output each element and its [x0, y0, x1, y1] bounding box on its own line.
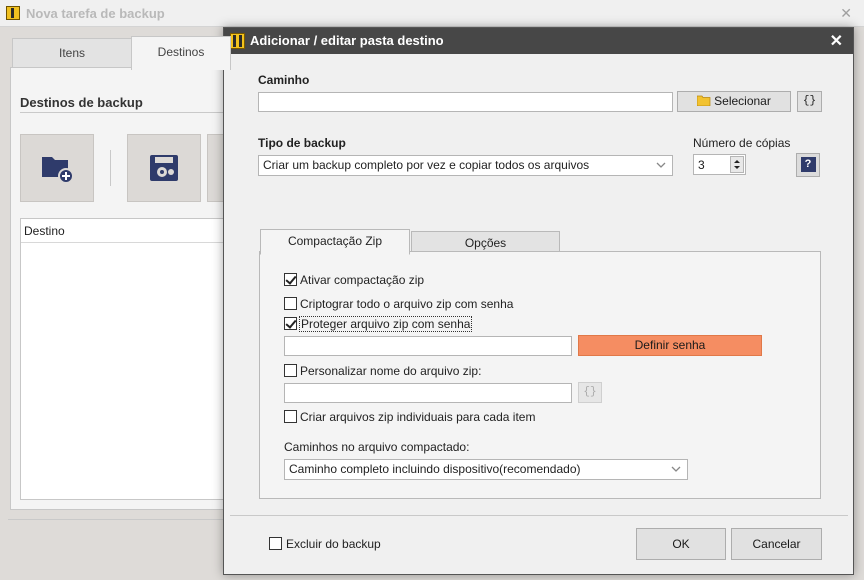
ok-button[interactable]: OK — [636, 528, 726, 560]
backup-type-select[interactable]: Criar um backup completo por vez e copia… — [258, 155, 673, 176]
encrypt-zip-label[interactable]: Criptograr todo o arquivo zip com senha — [300, 297, 513, 311]
select-folder-button[interactable]: Selecionar — [677, 91, 791, 112]
copies-label: Número de cópias — [693, 136, 791, 150]
background-window-title: Nova tarefa de backup — [26, 6, 165, 21]
enable-zip-checkbox[interactable] — [284, 273, 297, 286]
copies-value: 3 — [698, 158, 705, 172]
app-logo-icon — [230, 33, 245, 49]
individual-zip-checkbox[interactable] — [284, 410, 297, 423]
dialog-titlebar: Adicionar / editar pasta destino ✕ — [224, 28, 853, 54]
cancel-button[interactable]: Cancelar — [731, 528, 822, 560]
add-folder-icon — [42, 157, 74, 183]
close-icon[interactable]: ✕ — [830, 31, 843, 51]
backup-destinations-title: Destinos de backup — [20, 95, 143, 110]
custom-name-variables-button[interactable]: {} — [578, 382, 602, 403]
custom-name-input[interactable] — [284, 383, 572, 403]
background-close-icon[interactable]: ✕ — [840, 5, 852, 22]
dialog-bottom-divider — [230, 515, 848, 516]
add-destination-button[interactable] — [20, 134, 94, 202]
disk-destination-button[interactable] — [127, 134, 201, 202]
zip-tab-panel: Ativar compactação zip Criptograr todo o… — [259, 251, 821, 499]
chevron-down-icon — [671, 466, 681, 472]
tab-destinos[interactable]: Destinos — [131, 36, 231, 70]
zip-paths-value: Caminho completo incluindo dispositivo(r… — [289, 462, 581, 476]
destination-dialog: Adicionar / editar pasta destino ✕ Camin… — [223, 27, 854, 575]
enable-zip-label[interactable]: Ativar compactação zip — [300, 273, 424, 287]
protect-zip-label[interactable]: Proteger arquivo zip com senha — [298, 316, 473, 332]
custom-name-label[interactable]: Personalizar nome do arquivo zip: — [300, 364, 481, 378]
tab-itens[interactable]: Itens — [12, 38, 132, 68]
disk-icon — [150, 155, 178, 181]
individual-zip-label[interactable]: Criar arquivos zip individuais para cada… — [300, 410, 535, 424]
select-folder-label: Selecionar — [714, 94, 771, 108]
backup-type-value: Criar um backup completo por vez e copia… — [263, 158, 590, 172]
destinations-list: Destino — [20, 218, 230, 500]
zip-paths-select[interactable]: Caminho completo incluindo dispositivo(r… — [284, 459, 688, 480]
exclude-backup-checkbox[interactable] — [269, 537, 282, 550]
app-logo-icon — [6, 6, 20, 20]
help-button[interactable]: ? — [796, 153, 820, 177]
path-input[interactable] — [258, 92, 673, 112]
copies-stepper[interactable]: 3 — [693, 154, 746, 175]
backup-type-label: Tipo de backup — [258, 136, 346, 150]
custom-name-checkbox[interactable] — [284, 364, 297, 377]
path-variables-button[interactable]: {} — [797, 91, 822, 112]
exclude-backup-label[interactable]: Excluir do backup — [286, 537, 381, 551]
stepper-arrows[interactable] — [730, 156, 744, 173]
set-password-button[interactable]: Definir senha — [578, 335, 762, 356]
toolbar-divider — [110, 150, 111, 186]
help-icon: ? — [800, 157, 816, 172]
background-window-titlebar: Nova tarefa de backup ✕ — [0, 0, 864, 27]
tab-compactacao-zip[interactable]: Compactação Zip — [260, 229, 410, 255]
path-label: Caminho — [258, 73, 310, 87]
list-header-destino[interactable]: Destino — [21, 219, 229, 243]
dialog-title: Adicionar / editar pasta destino — [250, 33, 444, 48]
bottom-divider — [8, 519, 223, 520]
folder-icon — [696, 95, 711, 107]
encrypt-zip-checkbox[interactable] — [284, 297, 297, 310]
stepper-arrows-icon — [734, 160, 740, 169]
chevron-down-icon — [656, 162, 666, 168]
protect-zip-checkbox[interactable] — [284, 317, 297, 330]
zip-paths-label: Caminhos no arquivo compactado: — [284, 440, 470, 454]
password-input[interactable] — [284, 336, 572, 356]
section-divider — [20, 112, 225, 113]
